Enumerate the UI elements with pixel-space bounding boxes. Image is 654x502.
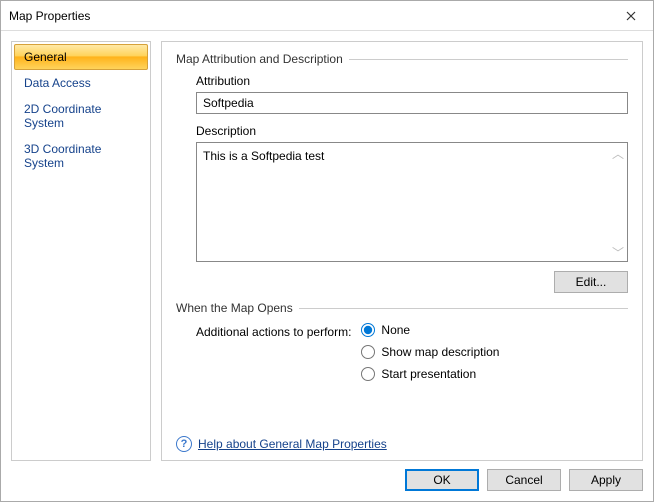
section-legend: When the Map Opens [176,301,293,315]
sidebar-item-data-access[interactable]: Data Access [14,70,148,96]
titlebar: Map Properties [1,1,653,31]
apply-button[interactable]: Apply [569,469,643,491]
help-icon: ? [176,436,192,452]
sidebar-item-label: Data Access [24,76,91,90]
radio-start[interactable]: Start presentation [361,367,499,381]
radio-label: Start presentation [381,367,476,381]
radio-group: None Show map description Start presenta… [361,323,499,381]
divider [349,59,628,60]
sidebar-item-label: General [24,50,67,64]
sidebar-item-2d-coord[interactable]: 2D Coordinate System [14,96,148,136]
radio-none[interactable]: None [361,323,499,337]
ok-button[interactable]: OK [405,469,479,491]
radio-label: None [381,323,410,337]
help-link[interactable]: Help about General Map Properties [198,437,387,451]
sidebar-item-general[interactable]: General [14,44,148,70]
radio-input-show[interactable] [361,345,375,359]
close-button[interactable] [609,1,653,31]
radio-input-none[interactable] [361,323,375,337]
attribution-section: Map Attribution and Description Attribut… [176,52,628,293]
open-section: When the Map Opens Additional actions to… [176,301,628,381]
sidebar-item-label: 2D Coordinate System [24,102,101,130]
description-textarea[interactable] [196,142,628,262]
content-panel: Map Attribution and Description Attribut… [161,41,643,461]
sidebar-item-label: 3D Coordinate System [24,142,101,170]
sidebar-item-3d-coord[interactable]: 3D Coordinate System [14,136,148,176]
window-title: Map Properties [9,9,90,23]
edit-button[interactable]: Edit... [554,271,628,293]
divider [299,308,628,309]
footer: OK Cancel Apply [1,461,653,501]
radio-show[interactable]: Show map description [361,345,499,359]
close-icon [626,11,636,21]
attribution-label: Attribution [196,74,628,88]
help-row: ? Help about General Map Properties [176,430,628,452]
sidebar: General Data Access 2D Coordinate System… [11,41,151,461]
radio-input-start[interactable] [361,367,375,381]
attribution-input[interactable] [196,92,628,114]
description-label: Description [196,124,628,138]
actions-label: Additional actions to perform: [196,323,351,339]
cancel-button[interactable]: Cancel [487,469,561,491]
section-legend: Map Attribution and Description [176,52,343,66]
dialog-body: General Data Access 2D Coordinate System… [1,31,653,461]
radio-label: Show map description [381,345,499,359]
